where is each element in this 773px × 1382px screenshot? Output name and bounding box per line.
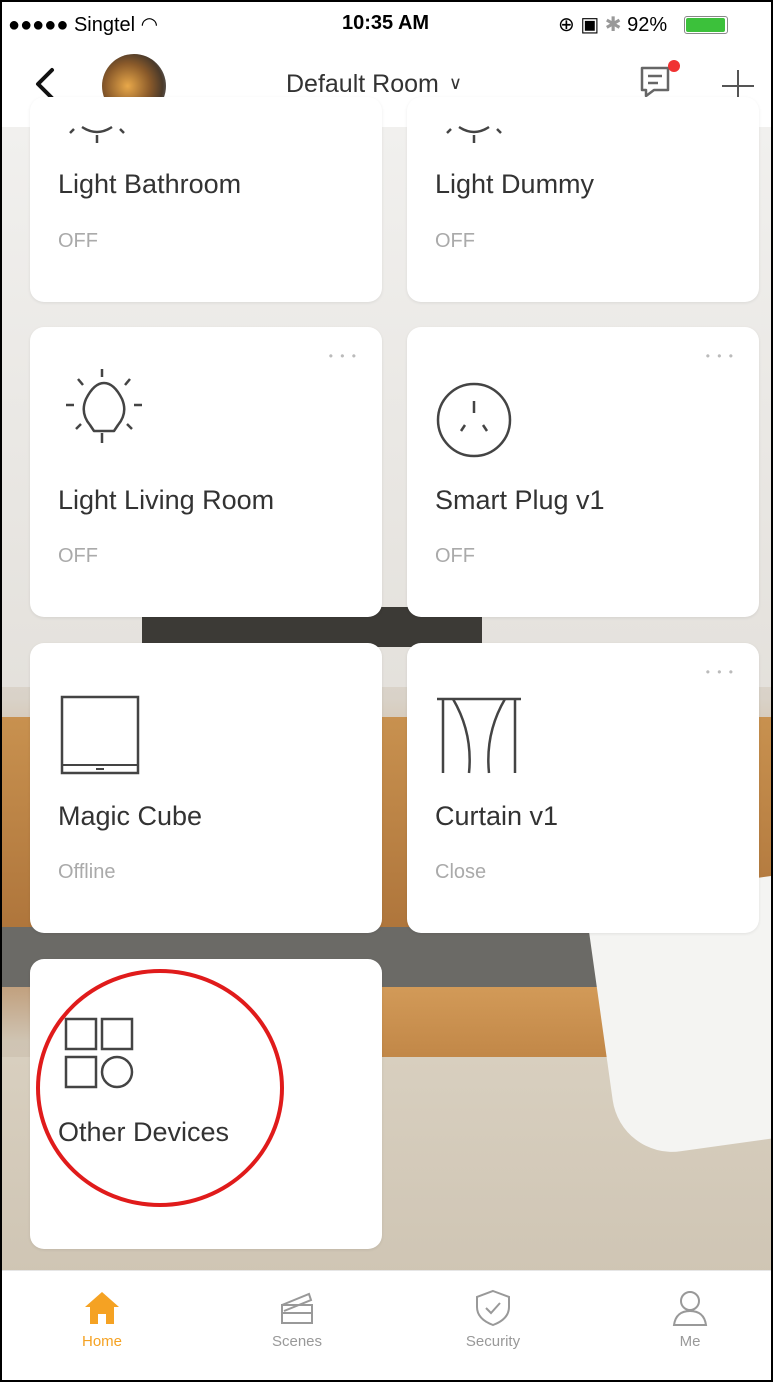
wifi-icon: ◠ [140,14,159,36]
bulb-icon [66,369,142,443]
message-button[interactable] [638,60,680,102]
orientation-lock-icon: ⊕ [558,14,575,36]
device-status: OFF [435,230,475,252]
more-icon[interactable]: • • • [706,349,735,363]
tab-label: Scenes [271,1333,323,1350]
tab-label: Home [81,1333,122,1350]
device-card-magic-cube[interactable]: Magic Cube Offline [30,643,382,933]
shield-icon [476,1289,510,1327]
battery-percent: 92% [627,14,668,36]
tab-label: Me [679,1333,701,1350]
user-icon [672,1291,708,1326]
device-status: OFF [58,545,98,567]
tab-label: Security [465,1333,521,1350]
notification-badge [668,60,680,72]
bulb-icon [69,125,125,143]
device-card-smart-plug[interactable]: • • • Smart Plug v1 OFF [407,327,759,617]
tab-me[interactable]: Me [630,1289,750,1350]
battery-icon [684,16,728,34]
tab-home[interactable]: Home [42,1289,162,1350]
status-icons: ⊕ ▣ ✱ 92% [558,12,667,37]
curtain-icon [437,697,521,774]
tab-scenes[interactable]: Scenes [237,1289,357,1350]
device-status: OFF [58,230,98,252]
home-icon [85,1292,119,1324]
device-card-curtain[interactable]: • • • Curtain v1 Close [407,643,759,933]
device-card-other-devices[interactable]: Other Devices [30,959,382,1249]
more-icon[interactable]: • • • [706,665,735,679]
plug-icon [436,382,512,458]
device-name: Other Devices [58,1117,230,1147]
more-icon[interactable]: • • • [329,349,358,363]
room-title: Default Room [286,70,439,98]
grid-icon [64,1017,134,1089]
device-status: OFF [435,545,475,567]
device-name: Light Dummy [435,169,595,199]
device-name: Light Living Room [58,485,275,515]
device-name: Light Bathroom [58,169,242,199]
device-name: Magic Cube [58,801,203,831]
cube-icon [60,695,140,775]
carrier-signal: ●●●●● Singtel ◠ [8,14,159,36]
device-card-light-bathroom[interactable]: Light Bathroom OFF [30,97,382,302]
device-status: Close [435,861,487,883]
device-status: Offline [58,861,116,883]
chevron-down-icon: ∨ [448,73,463,93]
status-bar: ●●●●● Singtel ◠ 10:35 AM ⊕ ▣ ✱ 92% [2,2,771,42]
device-card-light-dummy[interactable]: Light Dummy OFF [407,97,759,302]
device-name: Smart Plug v1 [435,485,605,515]
status-time: 10:35 AM [342,12,430,34]
bluetooth-icon: ✱ [604,14,622,36]
app-screen: ●●●●● Singtel ◠ 10:35 AM ⊕ ▣ ✱ 92% Defau… [0,0,773,1382]
device-name: Curtain v1 [435,801,559,831]
airplay-icon: ▣ [580,14,600,36]
tab-security[interactable]: Security [433,1289,553,1350]
clapper-icon [281,1292,313,1324]
room-selector[interactable]: Default Room ∨ [286,70,462,99]
tab-bar: Home Scenes Security Me [2,1270,771,1380]
device-card-light-living-room[interactable]: • • • Light Living Room OFF [30,327,382,617]
bulb-icon [446,125,502,143]
